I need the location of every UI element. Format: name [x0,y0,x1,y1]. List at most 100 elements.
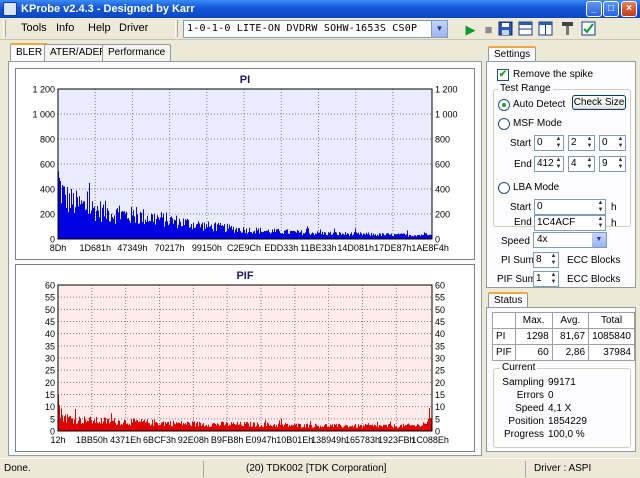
test-range-group: Test Range Auto Detect Check Size MSF Mo… [493,83,631,231]
pi-ytick-right: 600 [435,160,450,170]
pif-xtick: 92E08h [178,435,209,445]
pi-svg: PI0 0200 200400 400600 600800 8001 000 1 0001 … [32,74,458,253]
pif-title: PIF [236,270,253,282]
check-size-button[interactable]: Check Size [572,95,626,110]
spinner-arrows-icon[interactable]: ▲ ▼ [585,157,594,171]
pif-max-value: 60 [514,344,553,361]
spinner-arrows-icon[interactable]: ▲ ▼ [549,272,558,286]
pif-ytick-left: 50 [45,305,55,315]
pif-ytick-left: 40 [45,329,55,339]
pif-ytick-right: 10 [435,402,445,412]
pif-ytick-left: 20 [45,378,55,388]
msf-start-min-spinner[interactable]: 0 ▲ ▼ [534,135,564,151]
lba-end-spinner[interactable]: 1C4ACF ▲ ▼ [534,215,606,231]
pi-xtick: 8Dh [50,243,67,253]
pif-svg: PIF0 05 510 1015 1520 2025 2530 3035 3540 4045 455… [45,270,449,445]
position-label: Position [508,416,544,427]
pif-xtick: E0947h [245,435,276,445]
msf-start-sec-spinner[interactable]: 2 ▲ ▼ [568,135,595,151]
save-icon[interactable] [497,21,514,38]
spinner-arrows-icon[interactable]: ▲ ▼ [554,157,563,171]
spinner-arrows-icon[interactable]: ▲ ▼ [616,157,625,171]
tools-icon[interactable] [559,21,576,38]
window-title: KProbe v2.4.3 - Designed by Karr [21,3,195,15]
pi-sum-spinner[interactable]: 8 ▲ ▼ [533,252,559,268]
stop-icon[interactable]: ■ [480,21,497,38]
pi-sum-label: PI Sum [501,255,534,266]
menu-tools[interactable]: Tools [21,22,47,34]
speed-select[interactable]: 4x ▼ [533,232,607,248]
toolbar-grip[interactable] [175,20,178,37]
menu-driver[interactable]: Driver [119,22,148,34]
status-panel: Max. Avg. Total PI 1298 81,67 1085840 PI… [486,307,636,452]
play-icon[interactable]: ▶ [462,21,479,38]
spinner-arrows-icon[interactable]: ▲ ▼ [596,216,605,230]
spinner-arrows-icon[interactable]: ▲ ▼ [616,136,625,150]
pif-ytick-left: 25 [45,366,55,376]
pi-xtick: C2E9Ch [227,243,261,253]
msf-end-label: End [514,159,532,170]
msf-end-frame-spinner[interactable]: 9 ▲ ▼ [599,156,626,172]
table-row: Max. Avg. Total [492,312,635,329]
pif-ytick-right: 20 [435,378,445,388]
lba-start-spinner[interactable]: 0 ▲ ▼ [534,199,606,215]
menu-help[interactable]: Help [88,22,111,34]
tab-performance[interactable]: Performance [102,44,172,61]
toolbar-grip[interactable] [3,20,6,37]
current-group: Current Sampling 99171 Errors 0 Speed 4,… [493,362,631,448]
settings-tab[interactable]: Settings [488,46,537,62]
menu-info[interactable]: Info [56,22,74,34]
msf-mode-label: MSF Mode [513,118,562,129]
pi-xtick: 70217h [155,243,185,253]
spinner-arrows-icon[interactable]: ▲ ▼ [596,200,605,214]
minimize-icon[interactable]: _ [586,1,602,17]
hex-suffix-label: h [611,218,617,229]
status-table: Max. Avg. Total PI 1298 81,67 1085840 PI… [492,312,635,361]
msf-mode-radio[interactable] [498,118,510,130]
pif-ytick-left: 55 [45,293,55,303]
pi-ytick-left: 1 000 [32,110,55,120]
checkbox-icon[interactable] [580,21,597,38]
lba-mode-radio[interactable] [498,182,510,194]
auto-detect-label: Auto Detect [513,99,566,110]
pif-ytick-left: 30 [45,354,55,364]
pif-xtick: 138949h [311,435,346,445]
layout-icon[interactable] [517,21,534,38]
app-icon [3,2,17,16]
chevron-down-icon[interactable]: ▼ [592,233,606,247]
status-text: Done. [4,461,204,477]
pif-ytick-left: 35 [45,341,55,351]
pif-xtick: 1C088Eh [411,435,449,445]
test-range-label: Test Range [498,83,553,94]
spinner-arrows-icon[interactable]: ▲ ▼ [585,136,594,150]
maximize-icon[interactable]: □ [603,1,619,17]
hex-suffix-label: h [611,202,617,213]
spinner-arrows-icon[interactable]: ▲ ▼ [549,253,558,267]
pif-avg-value: 2,86 [551,344,590,361]
remove-spike-checkbox[interactable]: ✔ [497,69,509,81]
spinner-arrows-icon[interactable]: ▲ ▼ [554,136,563,150]
auto-detect-radio[interactable] [498,99,510,111]
progress-value: 100,0 % [548,429,585,440]
msf-start-frame-spinner[interactable]: 0 ▲ ▼ [599,135,626,151]
status-bar: Done. (20) TDK002 [TDK Corporation] Driv… [0,458,640,478]
pi-xtick: 47349h [117,243,147,253]
pif-sum-spinner[interactable]: 1 ▲ ▼ [533,271,559,287]
msf-end-sec-spinner[interactable]: 4 ▲ ▼ [568,156,595,172]
drive-select[interactable]: 1-0-1-0 LITE-ON DVDRW SOHW-1653S CS0P ▼ [183,20,448,38]
table-corner [492,312,516,329]
pif-xtick: 12h [50,435,65,445]
sampling-label: Sampling [502,377,544,388]
pi-ytick-right: 1 200 [435,85,458,95]
msf-end-min-spinner[interactable]: 412 ▲ ▼ [534,156,564,172]
window-icon[interactable] [537,21,554,38]
row-label: PIF [492,344,516,361]
pif-xtick: 10B01Eh [276,435,313,445]
lba-start-label: Start [510,202,532,213]
lba-mode-label: LBA Mode [513,182,560,193]
lba-end-label: End [514,217,532,228]
close-icon[interactable]: × [621,1,637,17]
status-tab[interactable]: Status [488,292,529,308]
tab-bler[interactable]: BLER [10,43,49,62]
chevron-down-icon[interactable]: ▼ [431,21,447,37]
